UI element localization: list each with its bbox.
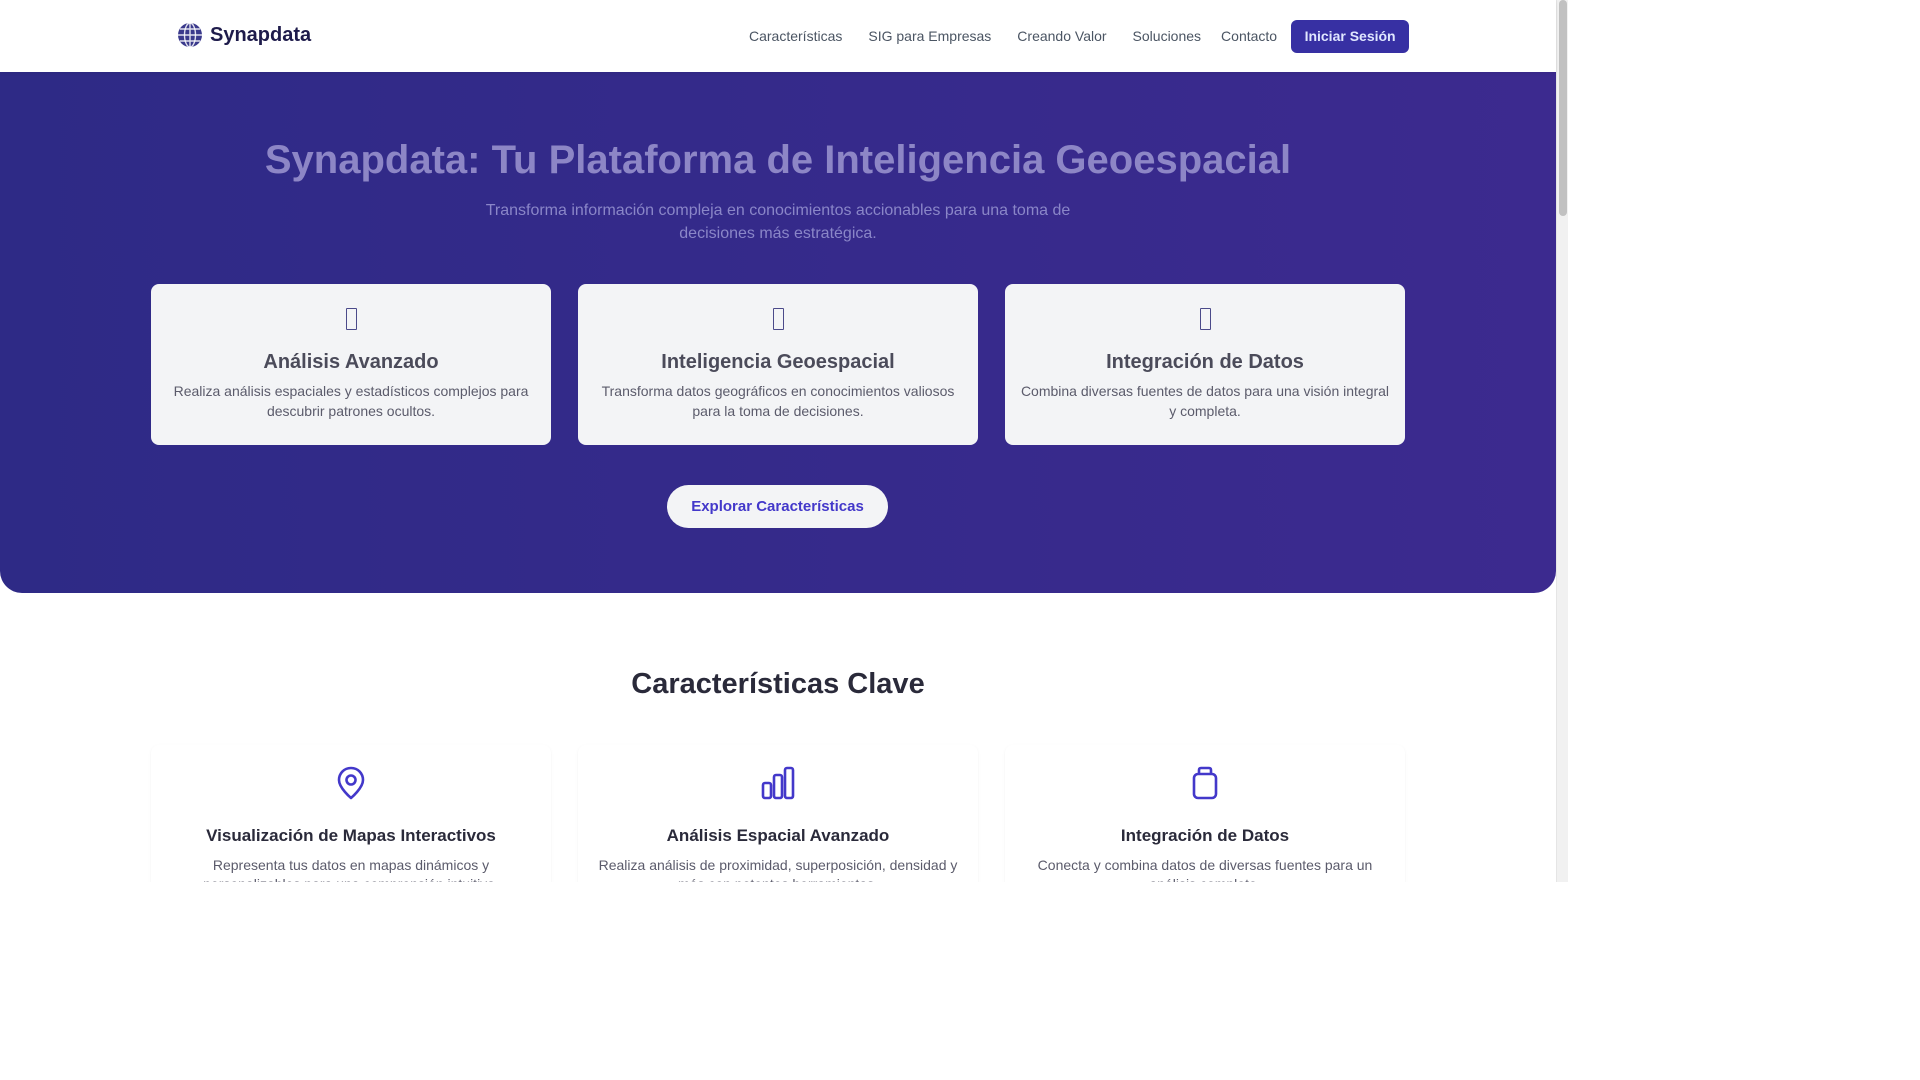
nav-item-sig-empresas[interactable]: SIG para Empresas [868, 28, 991, 44]
scrollbar-thumb[interactable] [1559, 0, 1567, 216]
hero-card-analisis: Análisis Avanzado Realiza análisis espac… [151, 284, 551, 445]
feature-card-integracion: Integración de Datos Conecta y combina d… [1005, 745, 1405, 882]
hero-card-title: Análisis Avanzado [263, 351, 439, 373]
login-button[interactable]: Iniciar Sesión [1291, 19, 1410, 53]
hero-card-title: Inteligencia Geoespacial [661, 351, 895, 373]
hero-card-text: Combina diversas fuentes de datos para u… [1020, 383, 1390, 419]
main-nav: Características SIG para Empresas Creand… [740, 0, 1410, 72]
feature-cards: Visualización de Mapas Interactivos Repr… [151, 745, 1405, 882]
feature-card-analisis-espacial: Análisis Espacial Avanzado Realiza análi… [578, 745, 978, 882]
top-navbar: Synapdata Características SIG para Empre… [0, 0, 1556, 72]
globe-icon [178, 22, 202, 48]
hero-card-title: Integración de Datos [1106, 351, 1304, 373]
nav-item-soluciones[interactable]: Soluciones [1133, 28, 1202, 44]
explore-features-button[interactable]: Explorar Características [667, 485, 888, 528]
hero-subtitle: Transforma información compleja en conoc… [485, 202, 1071, 242]
page-scrollbar[interactable] [1556, 0, 1568, 882]
feature-card-title: Integración de Datos [1120, 826, 1290, 845]
hero-title: Synapdata: Tu Plataforma de Inteligencia… [264, 138, 1292, 182]
page: Synapdata Características SIG para Empre… [0, 0, 1568, 882]
hero-card-text: Transforma datos geográficos en conocimi… [601, 383, 955, 419]
bar-chart-icon [761, 766, 795, 800]
map-pin-icon [337, 766, 365, 800]
placeholder-glyph-icon [1199, 308, 1211, 330]
nav-item-caracteristicas[interactable]: Características [749, 28, 842, 44]
placeholder-glyph-icon [772, 308, 784, 330]
features-section-title: Características Clave [631, 668, 925, 700]
hero-section: Synapdata: Tu Plataforma de Inteligencia… [0, 72, 1556, 593]
data-container-icon [1192, 766, 1218, 800]
placeholder-glyph-icon [345, 308, 357, 330]
hero-card-text: Realiza análisis espaciales y estadístic… [173, 383, 529, 419]
nav-item-contacto[interactable]: Contacto [1221, 28, 1277, 44]
hero-card-inteligencia: Inteligencia Geoespacial Transforma dato… [578, 284, 978, 445]
feature-card-mapas: Visualización de Mapas Interactivos Repr… [151, 745, 551, 882]
feature-card-title: Análisis Espacial Avanzado [666, 826, 890, 845]
nav-item-creando-valor[interactable]: Creando Valor [1017, 28, 1106, 44]
feature-card-text: Representa tus datos en mapas dinámicos … [203, 857, 499, 882]
hero-cards: Análisis Avanzado Realiza análisis espac… [151, 284, 1405, 445]
feature-card-text: Realiza análisis de proximidad, superpos… [598, 857, 958, 882]
feature-card-text: Conecta y combina datos de diversas fuen… [1037, 857, 1373, 882]
feature-card-title: Visualización de Mapas Interactivos [206, 826, 496, 845]
brand-logo[interactable]: Synapdata [177, 22, 311, 48]
hero-card-integracion: Integración de Datos Combina diversas fu… [1005, 284, 1405, 445]
brand-name: Synapdata [210, 23, 312, 46]
